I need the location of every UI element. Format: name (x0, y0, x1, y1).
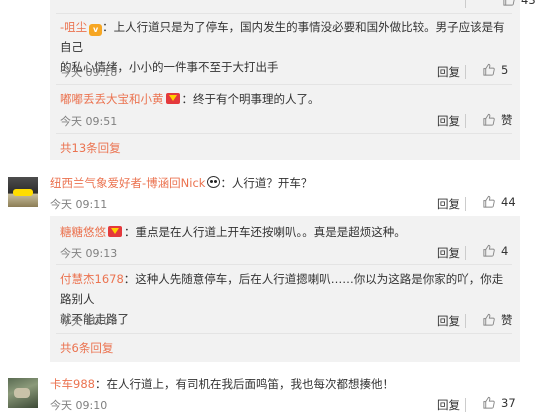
like-button[interactable]: 43 (502, 0, 536, 7)
avatar[interactable] (8, 378, 38, 408)
thumbs-up-icon (483, 195, 495, 208)
separator (56, 133, 512, 134)
reply-button[interactable]: 回复 (437, 113, 460, 129)
divider (465, 65, 466, 79)
comment-username[interactable]: 纽西兰气象爱好者-博涵回Nick (50, 176, 205, 190)
thumbs-up-icon (483, 313, 495, 326)
like-button[interactable]: 5 (482, 63, 508, 77)
thumbs-up-icon (483, 396, 495, 409)
reply-username[interactable]: 嘟嘟丢丢大宝和小黄 (60, 92, 164, 106)
comment-text: 纽西兰气象爱好者-博涵回Nick ：人行道？开车？ (50, 176, 313, 190)
reply-button[interactable]: 回复 (437, 397, 460, 413)
divider (465, 246, 466, 260)
thumbs-up-icon (483, 113, 495, 126)
thumbs-up-icon (483, 63, 495, 76)
divider (465, 197, 466, 211)
like-count: 4 (501, 244, 509, 258)
divider (465, 0, 466, 8)
reply-username[interactable]: -咀尘 (60, 20, 87, 34)
divider (465, 398, 466, 412)
separator (56, 264, 512, 265)
more-replies-link[interactable]: 共6条回复 (60, 340, 113, 356)
comment-text: 卡车988：在人行道上，有司机在我后面鸣笛，我也每次都想揍他！ (50, 377, 394, 391)
like-count: 赞 (501, 313, 513, 327)
timestamp: 今天 09:10 (50, 399, 108, 412)
avatar[interactable] (8, 177, 38, 207)
reply-username[interactable]: 付慧杰1678 (60, 272, 124, 286)
timestamp: 今天 09:51 (60, 115, 118, 128)
like-button[interactable]: 44 (482, 195, 516, 209)
like-count: 44 (501, 195, 516, 209)
more-replies-link[interactable]: 共13条回复 (60, 140, 121, 156)
timestamp: 今天 09:18 (60, 66, 118, 79)
like-button[interactable]: 4 (482, 244, 508, 258)
timestamp: 今天 09:13 (60, 247, 118, 260)
separator (56, 333, 512, 334)
thumbs-up-icon (503, 0, 515, 6)
like-count: 43 (521, 0, 536, 7)
reply-button[interactable]: 回复 (437, 245, 460, 261)
timestamp: 今天 09:11 (50, 198, 108, 211)
comment-username[interactable]: 卡车988 (50, 377, 95, 391)
like-count: 5 (501, 63, 509, 77)
vip-badge-icon: v (89, 24, 103, 36)
like-button[interactable]: 赞 (482, 112, 513, 128)
reply-block: 糖糖悠悠 ：重点是在人行道上开车还按喇叭。。真是是超烦这种。 今天 09:13 回… (50, 216, 520, 362)
reply-block: 43 -咀尘 v ：上人行道只是为了停车，国内发生的事情没必要和国外做比较。男子应该… (50, 0, 536, 160)
thumbs-up-icon (483, 244, 495, 257)
like-button[interactable]: 赞 (482, 312, 513, 328)
reply-text: 嘟嘟丢丢大宝和小黄 ：终于有个明事理的人了。 (60, 92, 320, 106)
reply-button[interactable]: 回复 (437, 313, 460, 329)
like-count: 赞 (501, 113, 513, 127)
reply-text: 糖糖悠悠 ：重点是在人行道上开车还按喇叭。。真是是超烦这种。 (60, 225, 406, 239)
separator (56, 84, 512, 85)
like-count: 37 (501, 396, 516, 410)
like-button[interactable]: 37 (482, 396, 516, 410)
crown-badge-icon (165, 93, 180, 104)
divider (465, 314, 466, 328)
reply-username[interactable]: 糖糖悠悠 (60, 225, 106, 239)
crown-badge-icon (108, 226, 122, 237)
timestamp: 今天 10:07 (60, 315, 118, 328)
reply-button[interactable]: 回复 (437, 196, 460, 212)
divider (465, 114, 466, 128)
reply-button[interactable]: 回复 (437, 64, 460, 80)
panda-emoji-icon (207, 176, 221, 188)
separator (56, 13, 512, 14)
